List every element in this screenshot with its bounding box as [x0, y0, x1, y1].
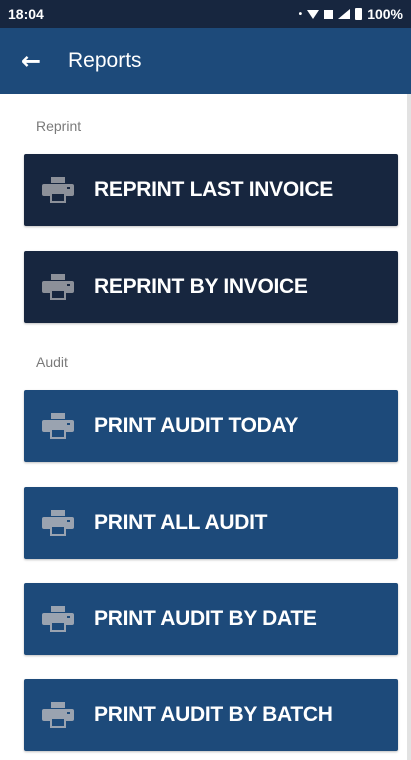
printer-icon	[42, 413, 74, 439]
button-label: PRINT ALL AUDIT	[94, 511, 268, 534]
status-icons: • 100%	[299, 6, 403, 22]
screen-edge	[407, 94, 411, 760]
status-bar: 18:04 • 100%	[0, 0, 411, 28]
printer-icon	[42, 177, 74, 203]
notification-dot-icon: •	[298, 8, 303, 20]
button-label: PRINT AUDIT BY BATCH	[94, 703, 333, 726]
button-label: REPRINT BY INVOICE	[94, 275, 308, 298]
reprint-last-invoice-button[interactable]: REPRINT LAST INVOICE	[24, 154, 398, 226]
button-label: REPRINT LAST INVOICE	[94, 178, 334, 201]
section-label-audit: Audit	[36, 354, 68, 370]
arrow-back-icon: ←	[20, 47, 42, 75]
battery-icon	[355, 8, 363, 20]
printer-icon	[42, 606, 74, 632]
button-label: PRINT AUDIT BY DATE	[94, 607, 317, 630]
app-bar: ← Reports	[0, 28, 411, 94]
print-audit-today-button[interactable]: PRINT AUDIT TODAY	[24, 390, 398, 462]
print-audit-by-date-button[interactable]: PRINT AUDIT BY DATE	[24, 583, 398, 655]
printer-icon	[42, 510, 74, 536]
printer-icon	[42, 274, 74, 300]
button-label: PRINT AUDIT TODAY	[94, 414, 299, 437]
sim-card-icon	[324, 9, 334, 19]
reprint-by-invoice-button[interactable]: REPRINT BY INVOICE	[24, 251, 398, 323]
wifi-icon	[307, 9, 320, 19]
page-title: Reports	[68, 49, 142, 72]
cellular-signal-icon	[338, 9, 351, 19]
printer-icon	[42, 702, 74, 728]
back-button[interactable]: ←	[0, 28, 56, 94]
print-audit-by-batch-button[interactable]: PRINT AUDIT BY BATCH	[24, 679, 398, 751]
print-all-audit-button[interactable]: PRINT ALL AUDIT	[24, 487, 398, 559]
status-time: 18:04	[8, 6, 44, 22]
section-label-reprint: Reprint	[36, 118, 82, 134]
battery-level: 100%	[367, 6, 403, 22]
